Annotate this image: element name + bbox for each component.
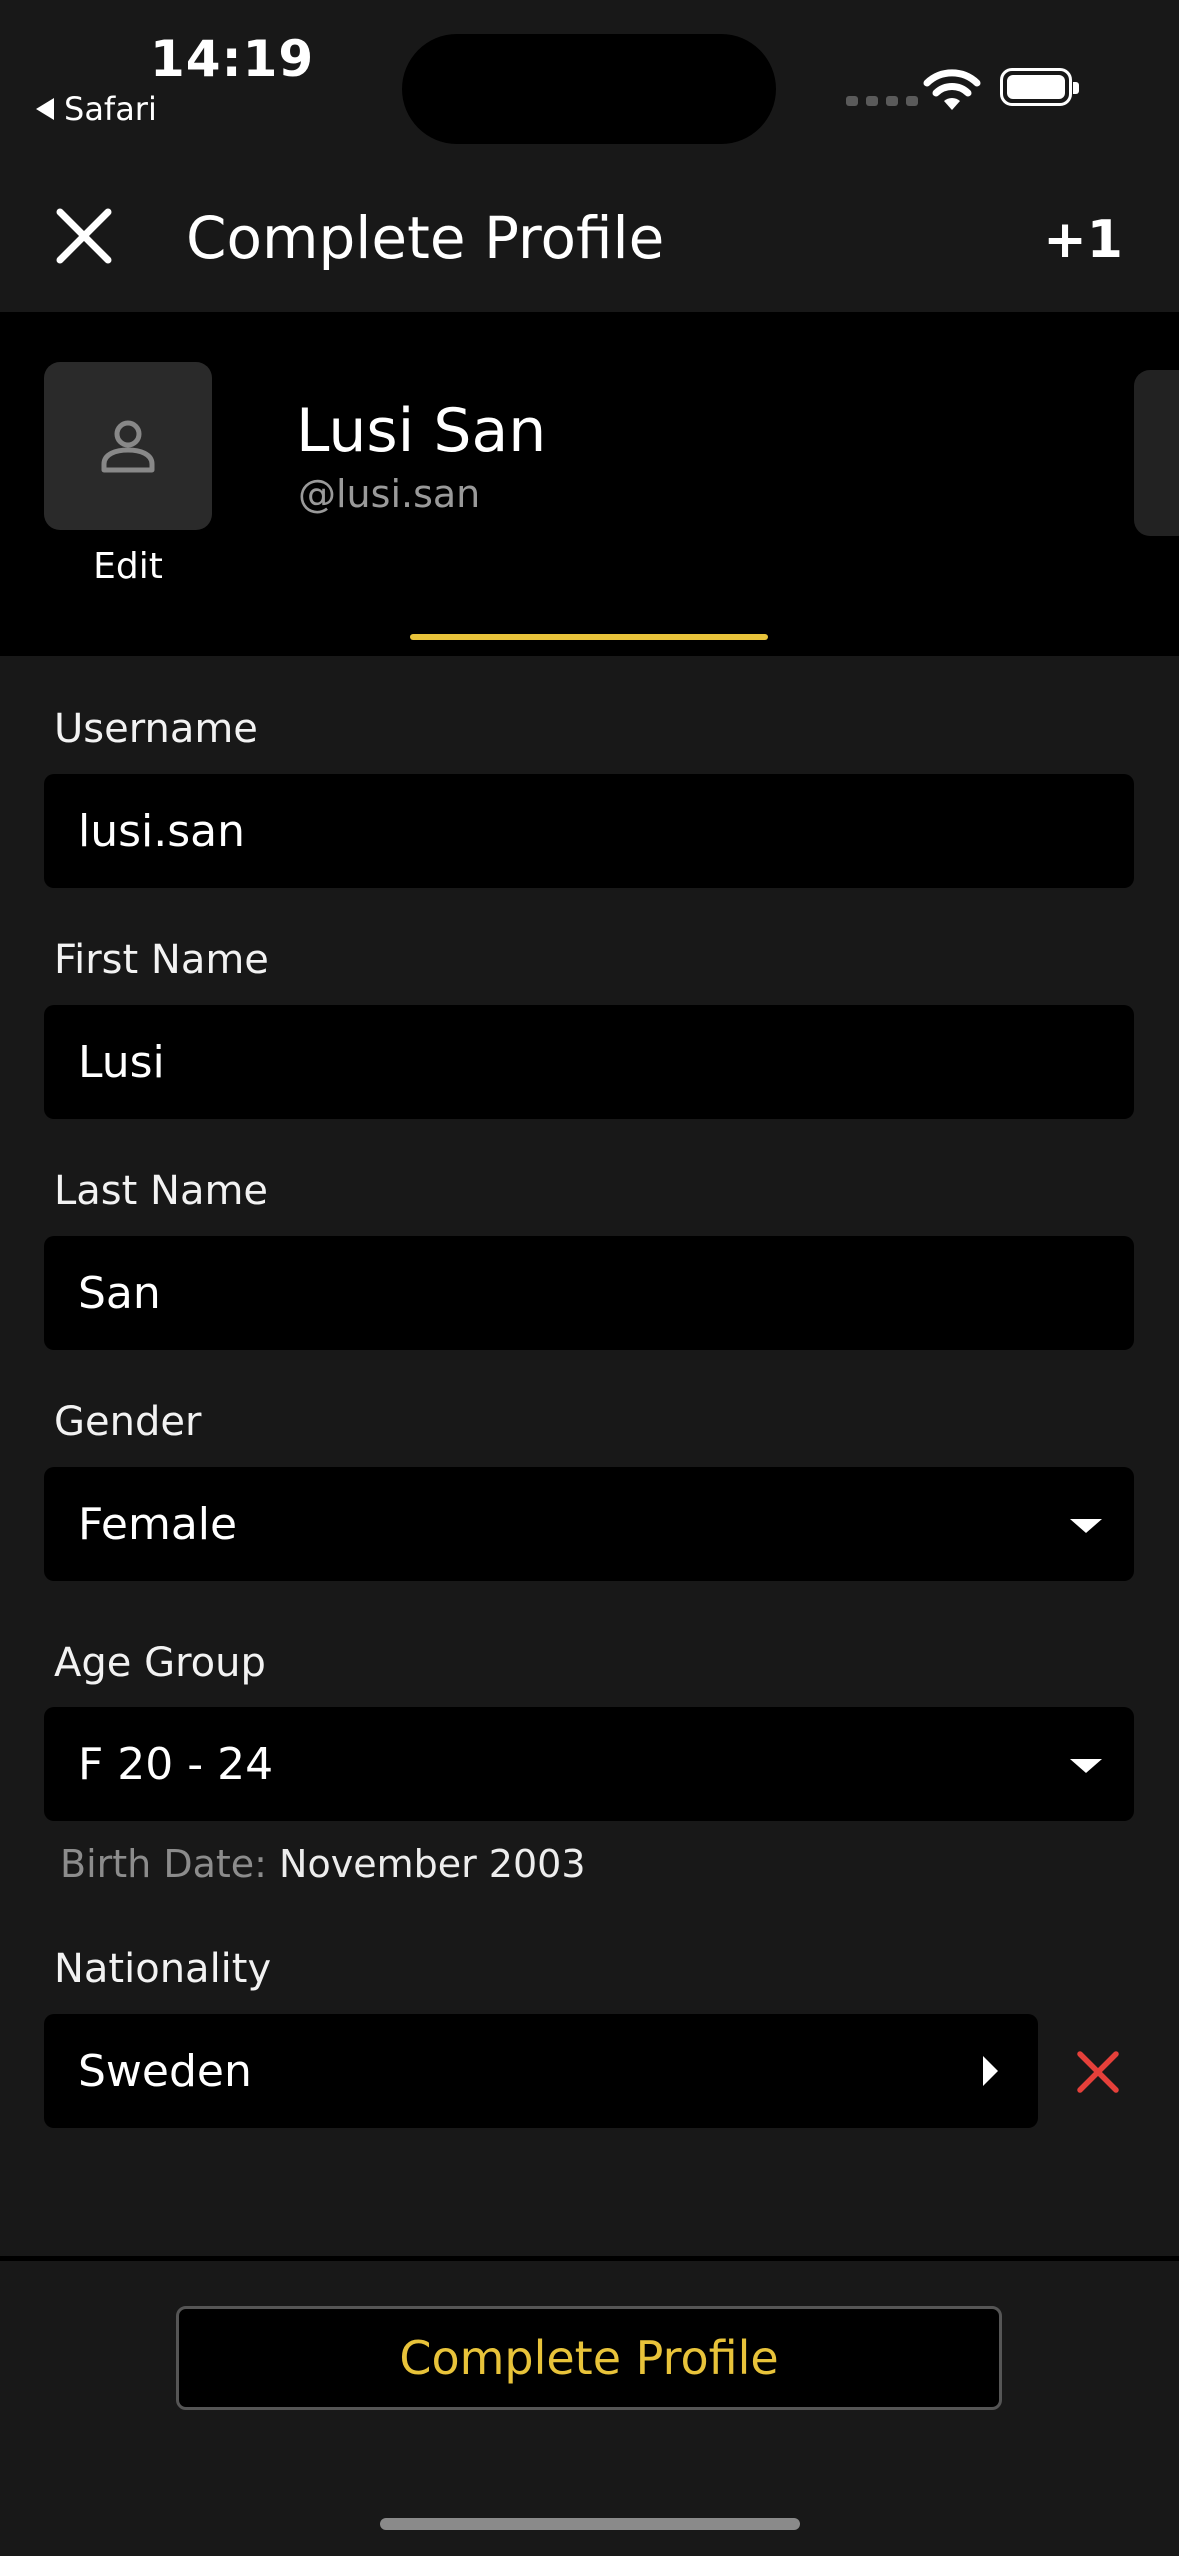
- dynamic-island: [402, 34, 776, 144]
- status-bar: 14:19 Safari: [0, 0, 1179, 160]
- close-icon: [1077, 2051, 1119, 2093]
- page-title: Complete Profile: [186, 204, 665, 272]
- plus-one-button[interactable]: +1: [1043, 210, 1123, 270]
- profile-handle: @lusi.san: [298, 472, 481, 516]
- last-name-value: San: [78, 1268, 161, 1319]
- gender-select[interactable]: Female: [44, 1467, 1134, 1581]
- chevron-down-icon: [1070, 1519, 1102, 1533]
- back-to-app-link[interactable]: Safari: [36, 90, 157, 128]
- username-label: Username: [54, 706, 258, 752]
- gender-value: Female: [78, 1499, 238, 1550]
- active-page-indicator: [410, 634, 768, 640]
- home-indicator[interactable]: [380, 2518, 800, 2530]
- close-button[interactable]: [48, 200, 120, 272]
- clear-nationality-button[interactable]: [1066, 2040, 1130, 2104]
- username-value: lusi.san: [78, 806, 246, 857]
- profile-name: Lusi San: [296, 396, 547, 466]
- nationality-label: Nationality: [54, 1946, 272, 1992]
- age-group-select[interactable]: F 20 - 24: [44, 1707, 1134, 1821]
- nationality-select[interactable]: Sweden: [44, 2014, 1038, 2128]
- edit-avatar-link[interactable]: Edit: [44, 546, 212, 587]
- complete-profile-screen: 14:19 Safari Complete Profile +1 Edit Lu…: [0, 0, 1179, 2556]
- first-name-label: First Name: [54, 937, 269, 983]
- user-placeholder-icon: [101, 420, 155, 473]
- status-time: 14:19: [150, 30, 315, 88]
- complete-profile-button[interactable]: Complete Profile: [176, 2306, 1002, 2410]
- last-name-label: Last Name: [54, 1168, 269, 1214]
- birth-date-info: Birth Date: November 2003: [60, 1842, 586, 1886]
- header-bar: Complete Profile +1: [0, 160, 1179, 312]
- age-group-value: F 20 - 24: [78, 1739, 274, 1790]
- birth-date-label: Birth Date:: [60, 1842, 267, 1886]
- back-app-label: Safari: [64, 90, 157, 128]
- avatar[interactable]: [44, 362, 212, 530]
- birth-date-value: November 2003: [279, 1842, 586, 1886]
- chevron-right-icon: [983, 2056, 998, 2086]
- last-name-field[interactable]: San: [44, 1236, 1134, 1350]
- age-group-label: Age Group: [54, 1640, 266, 1686]
- gender-label: Gender: [54, 1399, 202, 1445]
- username-field[interactable]: lusi.san: [44, 774, 1134, 888]
- cellular-signal-icon: [846, 96, 918, 106]
- profile-card: Edit Lusi San @lusi.san: [0, 312, 1179, 656]
- nationality-value: Sweden: [78, 2046, 252, 2097]
- wifi-icon: [923, 69, 981, 110]
- first-name-field[interactable]: Lusi: [44, 1005, 1134, 1119]
- battery-icon: [1000, 68, 1079, 106]
- back-arrow-icon: [36, 98, 54, 120]
- next-card-peek[interactable]: [1134, 370, 1179, 536]
- footer-divider: [0, 2256, 1179, 2261]
- first-name-value: Lusi: [78, 1037, 165, 1088]
- close-icon: [56, 208, 112, 264]
- chevron-down-icon: [1070, 1759, 1102, 1773]
